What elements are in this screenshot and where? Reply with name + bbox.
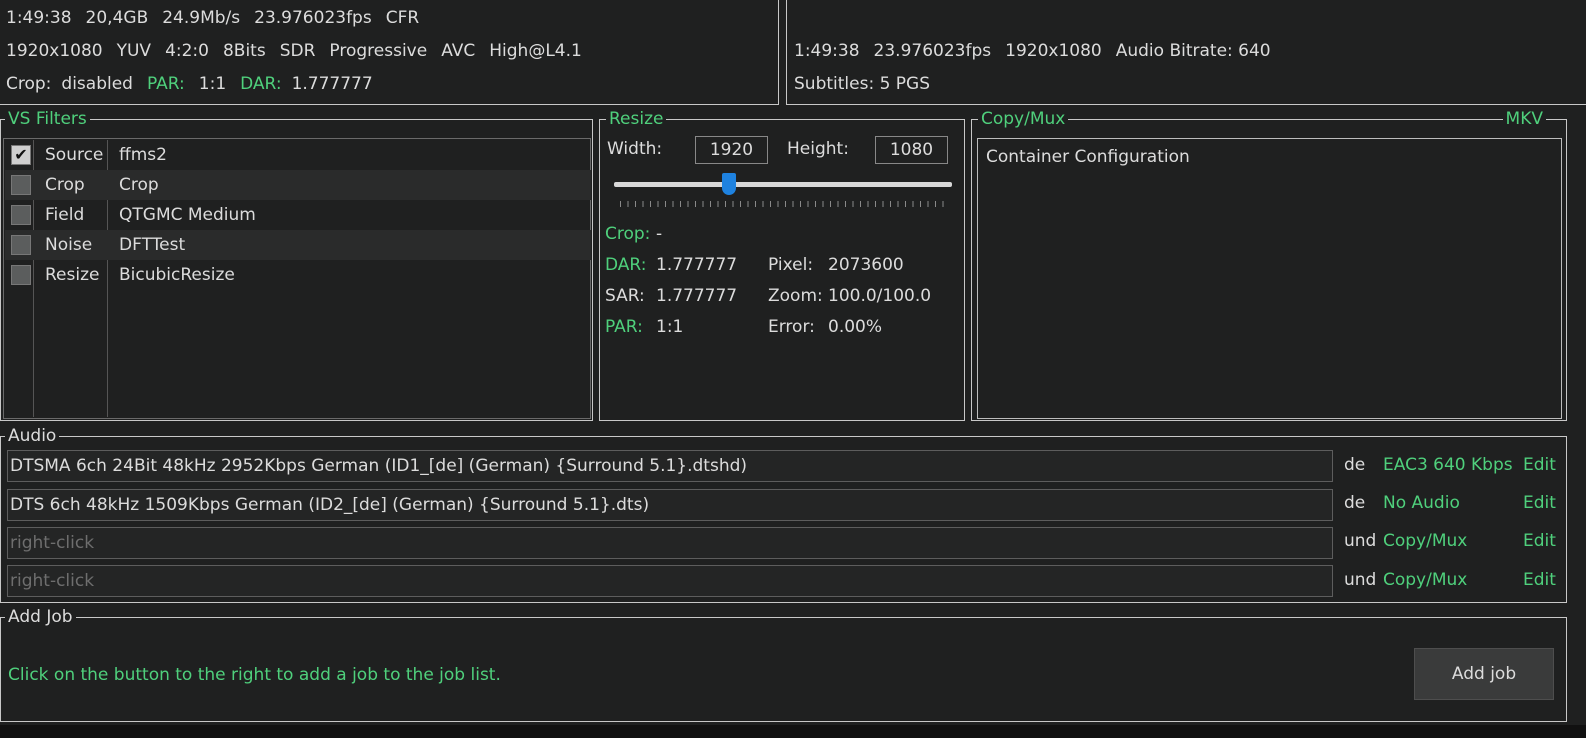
source-info-panel: 1:49:38 20,4GB 24.9Mb/s 23.976023fps CFR 192… — [0, 0, 779, 105]
filter-checkbox-crop[interactable] — [11, 175, 31, 195]
width-input[interactable]: 1920 — [695, 136, 768, 164]
add-job-button[interactable]: Add job — [1414, 648, 1554, 700]
resize-panel: Resize Width: 1920 Height: 1080 Crop: - … — [599, 109, 965, 421]
resize-slider-ticks — [620, 201, 946, 207]
crop-label: Crop: — [6, 74, 52, 94]
filter-list[interactable]: ✔ Source ffms2 Crop Crop Field QTGMC Med… — [3, 138, 591, 419]
filter-row-source[interactable]: ✔ Source ffms2 — [5, 140, 591, 170]
audio-lang-2[interactable]: de — [1344, 492, 1365, 514]
error-label: Error: — [768, 317, 815, 337]
audio-codec-4[interactable]: Copy/Mux — [1383, 569, 1467, 591]
resize-slider-handle[interactable] — [721, 173, 736, 195]
source-info-line3: Crop: disabled PAR: 1:1 DAR: 1.777777 — [6, 73, 387, 95]
resize-slider-track[interactable] — [614, 182, 952, 187]
audio-edit-1[interactable]: Edit — [1523, 454, 1556, 476]
filter-row-resize[interactable]: Resize BicubicResize — [5, 260, 591, 290]
add-job-panel: Add Job Click on the button to the right… — [0, 607, 1567, 722]
background-window-strip — [0, 725, 1586, 738]
audio-edit-2[interactable]: Edit — [1523, 492, 1556, 514]
container-config-text: Container Configuration — [986, 147, 1190, 167]
height-label: Height: — [787, 139, 849, 159]
filter-value: QTGMC Medium — [119, 205, 256, 225]
container-title: Copy/Mux — [978, 109, 1069, 129]
source-info-line1: 1:49:38 20,4GB 24.9Mb/s 23.976023fps CFR — [6, 8, 420, 28]
filter-checkbox-noise[interactable] — [11, 235, 31, 255]
audio-lang-3[interactable]: und — [1344, 530, 1376, 552]
pixel-label: Pixel: — [768, 255, 814, 275]
resize-crop-label: Crop: — [605, 224, 651, 244]
resize-dar-value: 1.777777 — [656, 255, 738, 275]
filter-row-noise[interactable]: Noise DFTTest — [5, 230, 591, 260]
audio-title: Audio — [5, 426, 60, 446]
audio-edit-3[interactable]: Edit — [1523, 530, 1556, 552]
sar-label: SAR: — [605, 286, 645, 306]
pixel-value: 2073600 — [828, 255, 904, 275]
filter-name: Field — [45, 205, 85, 225]
audio-lang-1[interactable]: de — [1344, 454, 1365, 476]
filter-row-field[interactable]: Field QTGMC Medium — [5, 200, 591, 230]
audio-file-4[interactable]: right-click — [7, 565, 1333, 597]
filter-checkbox-field[interactable] — [11, 205, 31, 225]
zoom-label: Zoom: — [768, 286, 823, 306]
audio-panel: Audio DTSMA 6ch 24Bit 48kHz 2952Kbps Ger… — [0, 426, 1567, 603]
filter-checkbox-resize[interactable] — [11, 265, 31, 285]
source-info-line2: 1920x1080 YUV 4:2:0 8Bits SDR Progressive AVC H… — [6, 41, 582, 61]
container-panel: Copy/Mux MKV Container Configuration — [971, 109, 1567, 421]
resize-title: Resize — [606, 109, 667, 129]
zoom-value: 100.0/100.0 — [828, 286, 932, 306]
filter-name: Noise — [45, 235, 93, 255]
par-value: 1:1 — [198, 74, 227, 94]
audio-edit-4[interactable]: Edit — [1523, 569, 1556, 591]
container-format[interactable]: MKV — [1502, 109, 1546, 129]
audio-file-3[interactable]: right-click — [7, 527, 1333, 559]
filter-value: ffms2 — [119, 145, 167, 165]
filter-name: Crop — [45, 175, 85, 195]
audio-codec-3[interactable]: Copy/Mux — [1383, 530, 1467, 552]
vs-filters-title: VS Filters — [5, 109, 90, 129]
resize-par-value: 1:1 — [656, 317, 684, 337]
resize-dar-label: DAR: — [605, 255, 647, 275]
subtitles-info: Subtitles: 5 PGS — [794, 74, 931, 94]
crop-value: disabled — [61, 74, 133, 94]
resize-par-label: PAR: — [605, 317, 643, 337]
width-label: Width: — [607, 139, 663, 159]
audio-file-2[interactable]: DTS 6ch 48kHz 1509Kbps German (ID2_[de] … — [7, 489, 1333, 521]
filter-value: BicubicResize — [119, 265, 235, 285]
audio-lang-4[interactable]: und — [1344, 569, 1376, 591]
height-input[interactable]: 1080 — [875, 136, 948, 164]
filter-row-crop[interactable]: Crop Crop — [5, 170, 591, 200]
dar-value: 1.777777 — [291, 74, 373, 94]
add-job-title: Add Job — [5, 607, 76, 627]
dar-label: DAR: — [240, 74, 282, 94]
audio-codec-2[interactable]: No Audio — [1383, 492, 1460, 514]
filter-name: Resize — [45, 265, 100, 285]
sar-value: 1.777777 — [656, 286, 738, 306]
target-info-line1: 1:49:38 23.976023fps 1920x1080 Audio Bitrat… — [794, 41, 1271, 61]
add-job-hint: Click on the button to the right to add … — [8, 665, 501, 685]
filter-checkbox-source[interactable]: ✔ — [11, 145, 31, 165]
error-value: 0.00% — [828, 317, 883, 337]
container-config-area[interactable]: Container Configuration — [977, 138, 1562, 419]
filter-value: Crop — [119, 175, 159, 195]
vs-filters-panel: VS Filters ✔ Source ffms2 Crop Crop Fiel… — [0, 109, 593, 421]
target-info-panel: 1:49:38 23.976023fps 1920x1080 Audio Bitrat… — [786, 0, 1586, 105]
audio-codec-1[interactable]: EAC3 640 Kbps — [1383, 454, 1513, 476]
resize-crop-value: - — [656, 224, 663, 244]
par-label: PAR: — [146, 74, 185, 94]
audio-file-1[interactable]: DTSMA 6ch 24Bit 48kHz 2952Kbps German (I… — [7, 450, 1333, 482]
filter-name: Source — [45, 145, 104, 165]
filter-value: DFTTest — [119, 235, 186, 255]
